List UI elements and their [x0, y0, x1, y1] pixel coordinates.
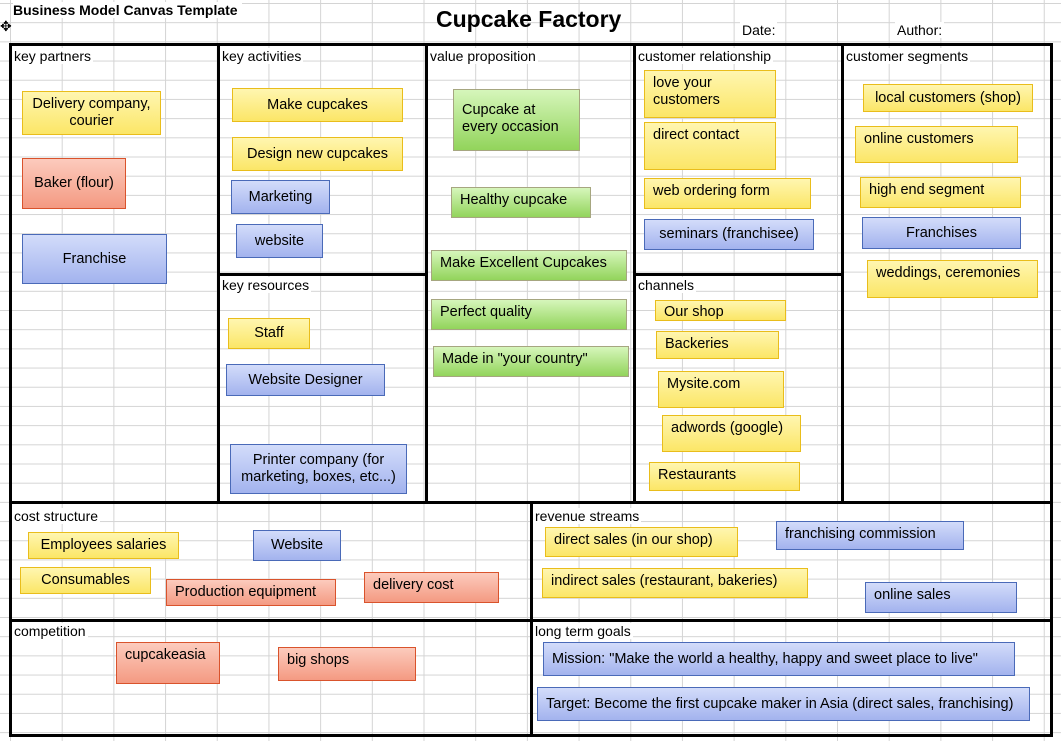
section-competition [9, 619, 533, 737]
value-proposition-label: value proposition [428, 48, 538, 64]
sticky-note[interactable]: website [236, 224, 323, 258]
sticky-note[interactable]: love your customers [644, 70, 776, 118]
sticky-note[interactable]: Marketing [231, 180, 330, 214]
template-title: Business Model Canvas Template [13, 2, 242, 18]
sticky-note[interactable]: online sales [865, 582, 1017, 613]
sticky-note[interactable]: Backeries [656, 331, 779, 359]
sticky-note[interactable]: Perfect quality [431, 299, 627, 330]
key-resources-label: key resources [220, 277, 312, 293]
customer-segments-label: customer segments [844, 48, 971, 64]
sticky-note[interactable]: web ordering form [644, 178, 811, 209]
page-title: Cupcake Factory [436, 6, 622, 32]
sticky-note[interactable]: seminars (franchisee) [644, 219, 814, 250]
long-term-goals-label: long term goals [533, 623, 633, 639]
sticky-note[interactable]: cupcakeasia [116, 642, 220, 684]
sticky-note[interactable]: high end segment [860, 177, 1021, 208]
author-label: Author: [895, 22, 945, 38]
sticky-note[interactable]: Mysite.com [658, 371, 784, 408]
sticky-note[interactable]: online customers [855, 126, 1018, 163]
move-cursor-icon: ✥ [0, 18, 12, 34]
sticky-note[interactable]: Delivery company, courier [22, 91, 161, 135]
key-activities-label: key activities [220, 48, 304, 64]
sticky-note[interactable]: big shops [278, 647, 416, 681]
sticky-note[interactable]: Design new cupcakes [232, 137, 403, 171]
sticky-note[interactable]: Website [253, 530, 341, 561]
sticky-note[interactable]: Franchise [22, 234, 167, 284]
sticky-note[interactable]: Employees salaries [28, 532, 179, 559]
revenue-streams-label: revenue streams [533, 508, 642, 524]
sticky-note[interactable]: Mission: "Make the world a healthy, happ… [543, 642, 1015, 676]
sticky-note[interactable]: indirect sales (restaurant, bakeries) [542, 568, 808, 598]
sticky-note[interactable]: Restaurants [649, 462, 800, 491]
sticky-note[interactable]: Franchises [862, 217, 1021, 249]
sticky-note[interactable]: direct sales (in our shop) [545, 527, 738, 557]
sticky-note[interactable]: Make Excellent Cupcakes [431, 250, 627, 281]
competition-label: competition [12, 623, 88, 639]
sticky-note[interactable]: Baker (flour) [22, 158, 126, 209]
sticky-note[interactable]: Our shop [655, 300, 786, 321]
sticky-note[interactable]: adwords (google) [662, 415, 801, 452]
key-partners-label: key partners [12, 48, 94, 64]
sticky-note[interactable]: Cupcake at every occasion [453, 89, 580, 151]
customer-relationship-label: customer relationship [636, 48, 774, 64]
sticky-note[interactable]: Website Designer [226, 364, 385, 396]
sticky-note[interactable]: direct contact [644, 122, 776, 170]
sticky-note[interactable]: Production equipment [166, 579, 336, 606]
sticky-note[interactable]: Consumables [20, 567, 151, 594]
sticky-note[interactable]: Healthy cupcake [451, 187, 591, 218]
sticky-note[interactable]: Printer company (for marketing, boxes, e… [230, 444, 407, 494]
sticky-note[interactable]: Make cupcakes [232, 88, 403, 122]
sticky-note[interactable]: local customers (shop) [863, 84, 1033, 112]
sticky-note[interactable]: franchising commission [776, 521, 964, 550]
date-label: Date: [740, 22, 778, 38]
cost-structure-label: cost structure [12, 508, 101, 524]
sticky-note[interactable]: Made in "your country" [433, 346, 629, 377]
sticky-note[interactable]: Staff [228, 318, 310, 349]
sticky-note[interactable]: delivery cost [364, 572, 499, 603]
sticky-note[interactable]: weddings, ceremonies [867, 260, 1038, 298]
sticky-note[interactable]: Target: Become the first cupcake maker i… [537, 687, 1030, 721]
channels-label: channels [636, 277, 697, 293]
